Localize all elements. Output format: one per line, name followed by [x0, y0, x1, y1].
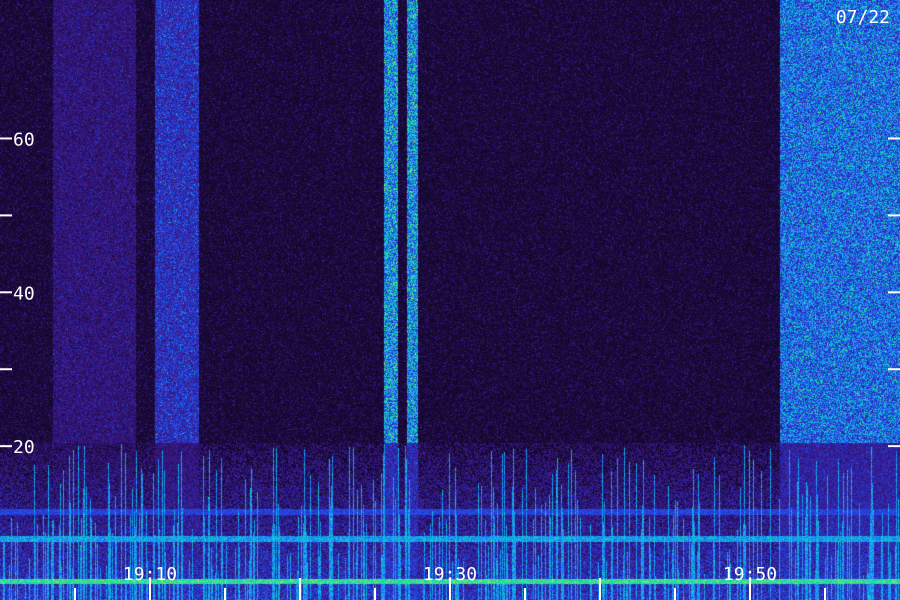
y-tick-label-60: 60 — [13, 129, 35, 150]
x-tick-label-1930: 19:30 — [423, 564, 477, 585]
x-tick-label-1950: 19:50 — [723, 564, 777, 585]
x-axis-labels: 19:10 19:30 19:50 — [123, 564, 777, 585]
y-tick-label-40: 40 — [13, 283, 35, 304]
y-axis-ticks — [0, 137, 900, 448]
date-label: 07/22 — [836, 7, 890, 28]
y-axis-labels: 60 40 20 — [13, 129, 35, 458]
x-tick-label-1910: 19:10 — [123, 564, 177, 585]
spectrogram-chart: 60 40 20 19:10 19:30 19:50 07/22 — [0, 0, 900, 600]
y-tick-label-20: 20 — [13, 437, 35, 458]
axis-overlay: 60 40 20 19:10 19:30 19:50 07/22 — [0, 7, 900, 600]
